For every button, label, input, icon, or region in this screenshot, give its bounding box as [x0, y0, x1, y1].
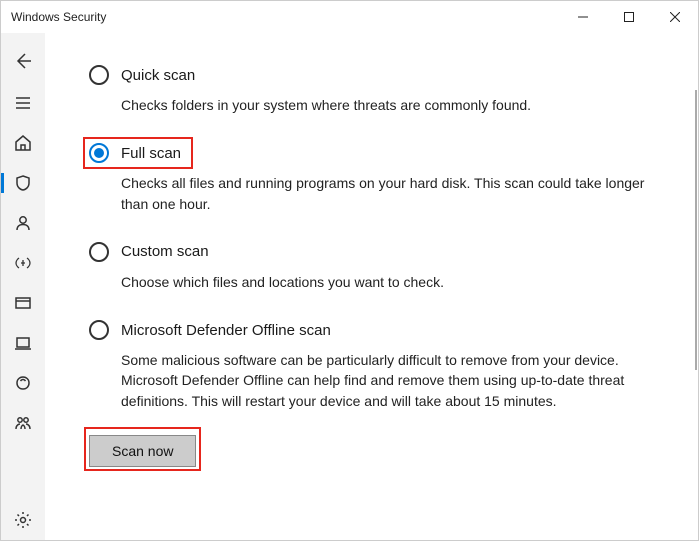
desc-full-scan: Checks all files and running programs on…	[121, 173, 661, 214]
content-area: Quick scan Checks folders in your system…	[45, 33, 698, 540]
sidebar	[1, 33, 45, 540]
menu-icon[interactable]	[1, 83, 45, 123]
label-custom-scan: Custom scan	[121, 243, 209, 260]
minimize-button[interactable]	[560, 1, 606, 33]
maximize-button[interactable]	[606, 1, 652, 33]
option-full-scan: Full scan Checks all files and running p…	[89, 143, 668, 214]
back-button[interactable]	[1, 39, 45, 83]
desc-quick-scan: Checks folders in your system where thre…	[121, 95, 661, 115]
scrollbar[interactable]	[695, 90, 697, 370]
family-options-icon[interactable]	[1, 403, 45, 443]
firewall-icon[interactable]	[1, 243, 45, 283]
device-security-icon[interactable]	[1, 323, 45, 363]
desc-offline-scan: Some malicious software can be particula…	[121, 350, 661, 411]
window-controls	[560, 1, 698, 33]
window-title: Windows Security	[11, 10, 560, 24]
label-quick-scan: Quick scan	[121, 67, 195, 84]
close-button[interactable]	[652, 1, 698, 33]
label-offline-scan: Microsoft Defender Offline scan	[121, 322, 331, 339]
option-custom-scan: Custom scan Choose which files and locat…	[89, 242, 668, 292]
home-icon[interactable]	[1, 123, 45, 163]
radio-full-scan[interactable]	[89, 143, 109, 163]
scan-now-button[interactable]: Scan now	[89, 435, 196, 467]
option-quick-scan: Quick scan Checks folders in your system…	[89, 65, 668, 115]
radio-quick-scan[interactable]	[89, 65, 109, 85]
app-browser-icon[interactable]	[1, 283, 45, 323]
option-offline-scan: Microsoft Defender Offline scan Some mal…	[89, 320, 668, 411]
device-performance-icon[interactable]	[1, 363, 45, 403]
label-full-scan: Full scan	[121, 145, 181, 162]
desc-custom-scan: Choose which files and locations you wan…	[121, 272, 661, 292]
account-icon[interactable]	[1, 203, 45, 243]
radio-offline-scan[interactable]	[89, 320, 109, 340]
settings-icon[interactable]	[1, 500, 45, 540]
titlebar: Windows Security	[1, 1, 698, 33]
shield-icon[interactable]	[1, 163, 45, 203]
radio-custom-scan[interactable]	[89, 242, 109, 262]
